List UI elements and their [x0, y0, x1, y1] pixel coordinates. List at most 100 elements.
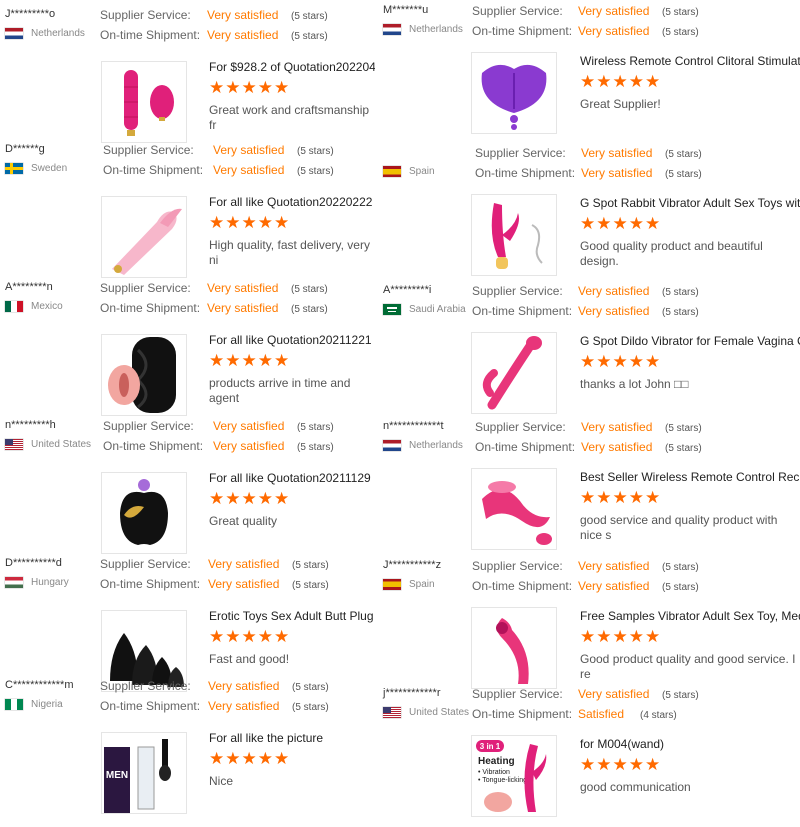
- on-time-shipment-label: On-time Shipment:: [100, 301, 201, 315]
- star-rating: ★★★★★: [209, 749, 290, 769]
- product-title[interactable]: Wireless Remote Control Clitoral Stimula…: [580, 54, 800, 68]
- star-icon: ★: [612, 488, 629, 507]
- supplier-service-rating: Supplier Service: Very satisfied (5 stars): [103, 143, 334, 157]
- buyer-country: Nigeria: [5, 699, 63, 710]
- right-review-column: M*******u Netherlands Supplier Service: Ver…: [378, 0, 800, 817]
- product-thumbnail[interactable]: [101, 61, 187, 143]
- star-icon: ★: [225, 749, 242, 768]
- on-time-shipment-label: On-time Shipment:: [472, 707, 573, 721]
- product-thumbnail[interactable]: [471, 52, 557, 134]
- star-rating: ★★★★★: [209, 627, 290, 647]
- product-thumbnail[interactable]: 3 in 1 Heating • Vibration • Tongue-licking: [471, 735, 557, 817]
- star-rating: ★★★★★: [580, 72, 661, 92]
- star-icon: ★: [612, 627, 629, 646]
- product-thumbnail[interactable]: [471, 194, 557, 276]
- review-card: J***********z Spain Supplier Service: Very …: [378, 559, 800, 699]
- star-icon: ★: [628, 72, 645, 91]
- star-icon: ★: [225, 213, 242, 232]
- product-title[interactable]: Best Seller Wireless Remote Control Rech…: [580, 470, 800, 484]
- satisfaction-value: Very satisfied: [581, 146, 653, 160]
- buyer-country: Netherlands: [5, 28, 85, 39]
- product-thumbnail[interactable]: [101, 472, 187, 554]
- review-card: J*********o Netherlands Supplier Service: V…: [0, 8, 378, 148]
- on-time-shipment-rating: On-time Shipment: Very satisfied (5 stars): [103, 439, 334, 453]
- stars-count: (4 stars): [640, 710, 677, 721]
- supplier-service-rating: Supplier Service: Very satisfied (5 stars): [475, 146, 702, 160]
- country-name: Netherlands: [31, 28, 85, 39]
- review-card: D******g Sweden Supplier Service: Very sati…: [0, 143, 378, 283]
- star-rating: ★★★★★: [580, 488, 661, 508]
- star-icon: ★: [257, 78, 274, 97]
- review-comment: Good quality product and beautiful desig…: [580, 239, 763, 268]
- flag-icon: [383, 166, 401, 177]
- buyer-country: Netherlands: [383, 440, 463, 451]
- stars-count: (5 stars): [662, 7, 699, 18]
- product-thumbnail[interactable]: [101, 334, 187, 416]
- review-comment: Great quality: [209, 514, 278, 528]
- flag-icon: [383, 707, 401, 718]
- product-thumbnail[interactable]: [471, 332, 557, 414]
- star-icon: ★: [257, 351, 274, 370]
- star-icon: ★: [257, 749, 274, 768]
- stars-count: (5 stars): [662, 690, 699, 701]
- flag-icon: [383, 440, 401, 451]
- product-thumbnail[interactable]: [471, 607, 557, 689]
- star-icon: ★: [241, 749, 258, 768]
- review-comment: Great Supplier!: [580, 97, 661, 111]
- buyer-country: Netherlands: [383, 24, 463, 35]
- star-rating: ★★★★★: [580, 214, 661, 234]
- star-icon: ★: [645, 72, 662, 91]
- product-title[interactable]: Erotic Toys Sex Adult Butt Plug A: [209, 609, 375, 623]
- supplier-service-label: Supplier Service:: [103, 419, 194, 433]
- on-time-shipment-rating: On-time Shipment: Very satisfied (5 stars): [472, 304, 699, 318]
- stars-count: (5 stars): [291, 31, 328, 42]
- stars-count: (5 stars): [297, 166, 334, 177]
- star-icon: ★: [645, 214, 662, 233]
- product-thumbnail[interactable]: MEN: [101, 732, 187, 814]
- supplier-service-label: Supplier Service:: [100, 557, 191, 571]
- on-time-shipment-rating: On-time Shipment: Very satisfied (5 stars): [100, 28, 328, 42]
- product-title[interactable]: For $928.2 of Quotation2022040: [209, 60, 375, 74]
- country-name: Spain: [409, 166, 435, 177]
- star-icon: ★: [209, 627, 226, 646]
- star-icon: ★: [257, 627, 274, 646]
- satisfaction-value: Very satisfied: [213, 419, 285, 433]
- buyer-name: D******g: [5, 143, 45, 155]
- review-comment: thanks a lot John □□: [580, 377, 689, 391]
- heating-badge: 3 in 1: [480, 742, 501, 751]
- product-title[interactable]: for M004(wand): [580, 737, 800, 751]
- buyer-name: A********n: [5, 281, 53, 293]
- product-title[interactable]: For all like Quotation20220222: [209, 195, 375, 209]
- on-time-shipment-rating: On-time Shipment: Very satisfied (5 stars): [472, 24, 699, 38]
- satisfaction-value: Very satisfied: [578, 4, 650, 18]
- star-icon: ★: [596, 352, 613, 371]
- product-title[interactable]: For all like Quotation20211129: [209, 471, 375, 485]
- product-title[interactable]: Free Samples Vibrator Adult Sex Toy, Med…: [580, 609, 800, 623]
- stars-count: (5 stars): [665, 149, 702, 160]
- review-comment: High quality, fast delivery, very ni: [209, 238, 370, 267]
- product-title[interactable]: G Spot Rabbit Vibrator Adult Sex Toys wi…: [580, 196, 800, 210]
- stars-count: (5 stars): [292, 560, 329, 571]
- product-thumbnail[interactable]: [471, 468, 557, 550]
- on-time-shipment-label: On-time Shipment:: [103, 439, 204, 453]
- review-comment: good service and quality product with ni…: [580, 513, 778, 542]
- supplier-service-rating: Supplier Service: Very satisfied (5 stars): [472, 284, 699, 298]
- star-icon: ★: [241, 78, 258, 97]
- supplier-service-label: Supplier Service:: [475, 146, 566, 160]
- stars-count: (5 stars): [292, 580, 329, 591]
- product-thumbnail[interactable]: [101, 196, 187, 278]
- product-title[interactable]: G Spot Dildo Vibrator for Female Vagina …: [580, 334, 800, 348]
- star-icon: ★: [274, 749, 291, 768]
- star-icon: ★: [596, 755, 613, 774]
- star-rating: ★★★★★: [209, 213, 290, 233]
- star-icon: ★: [596, 214, 613, 233]
- star-icon: ★: [596, 627, 613, 646]
- satisfaction-value: Very satisfied: [213, 163, 285, 177]
- product-title[interactable]: For all like the picture: [209, 731, 375, 745]
- product-title[interactable]: For all like Quotation20211221: [209, 333, 375, 347]
- satisfaction-value: Very satisfied: [578, 284, 650, 298]
- supplier-service-rating: Supplier Service: Very satisfied (5 stars): [472, 4, 699, 18]
- star-icon: ★: [645, 755, 662, 774]
- on-time-shipment-label: On-time Shipment:: [475, 166, 576, 180]
- satisfaction-value: Very satisfied: [578, 304, 650, 318]
